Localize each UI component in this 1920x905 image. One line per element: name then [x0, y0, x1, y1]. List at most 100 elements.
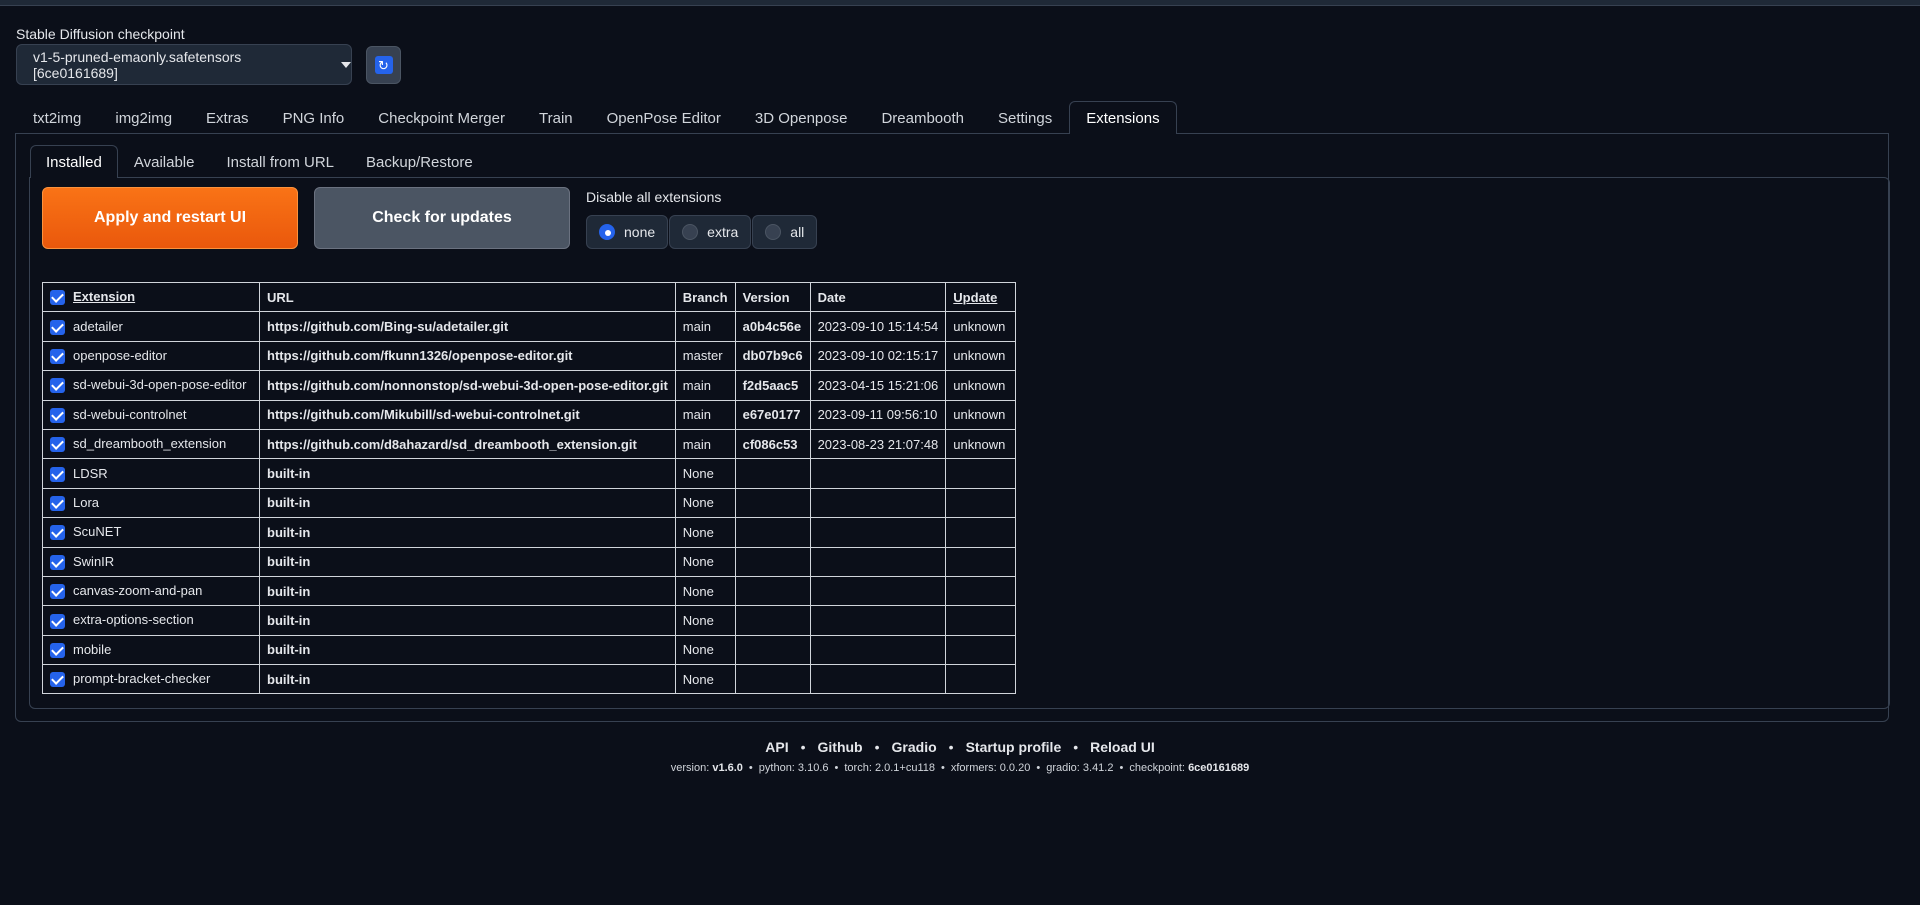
branch-cell: None — [674, 634, 736, 666]
tab-train[interactable]: Train — [522, 101, 590, 134]
url-cell: built-in — [259, 634, 676, 666]
tab-txt2img[interactable]: txt2img — [16, 101, 98, 134]
update-cell: unknown — [945, 399, 1017, 430]
footer-separator: • — [1119, 762, 1124, 774]
update-cell: unknown — [945, 428, 1017, 460]
extension-cell: extra-options-section — [42, 605, 260, 636]
subtab-install-from-url[interactable]: Install from URL — [210, 145, 350, 178]
footer-link-reload-ui[interactable]: Reload UI — [1090, 739, 1155, 755]
table-row: sd-webui-3d-open-pose-editor https://git… — [42, 370, 1017, 401]
table-row: Lora built-in None — [42, 487, 1017, 519]
tab-checkpoint-merger[interactable]: Checkpoint Merger — [361, 101, 522, 134]
version-cell: db07b9c6 — [734, 340, 811, 372]
tab-3d-openpose[interactable]: 3D Openpose — [738, 101, 865, 134]
checkbox-checked-icon[interactable] — [50, 466, 65, 482]
subtab-backup-restore[interactable]: Backup/Restore — [350, 145, 489, 178]
update-cell — [945, 575, 1017, 607]
tab-img2img[interactable]: img2img — [98, 101, 189, 134]
header-extension[interactable]: Extension — [42, 281, 260, 313]
radio-all[interactable]: all — [752, 215, 818, 249]
checkpoint-dropdown[interactable]: v1-5-pruned-emaonly.safetensors [6ce0161… — [16, 44, 352, 85]
extension-cell: prompt-bracket-checker — [42, 664, 260, 695]
extension-cell: sd-webui-3d-open-pose-editor — [42, 370, 260, 401]
radio-unchecked-icon — [682, 224, 699, 240]
extension-cell: ScuNET — [42, 517, 260, 548]
python-version: python: 3.10.6 — [758, 762, 829, 774]
checkbox-checked-icon[interactable] — [50, 349, 65, 364]
update-cell — [945, 458, 1017, 489]
footer-link-startup-profile[interactable]: Startup profile — [966, 739, 1062, 755]
checkbox-checked-icon[interactable] — [50, 554, 65, 570]
checkpoint-info-label: checkpoint: — [1129, 762, 1185, 774]
branch-cell: None — [674, 546, 736, 577]
extension-cell: openpose-editor — [42, 340, 260, 372]
radio-all-label: all — [790, 224, 805, 240]
tab-dreambooth[interactable]: Dreambooth — [864, 101, 981, 134]
date-cell: 2023-09-11 09:56:10 — [809, 399, 947, 430]
url-cell[interactable]: https://github.com/Bing-su/adetailer.git — [259, 311, 676, 342]
url-cell[interactable]: https://github.com/Mikubill/sd-webui-con… — [259, 399, 676, 430]
url-cell: built-in — [259, 605, 676, 636]
branch-cell: main — [674, 370, 736, 401]
extension-cell: Lora — [42, 487, 260, 519]
footer-separator: • — [874, 739, 880, 755]
branch-cell: None — [674, 458, 736, 489]
footer-link-github[interactable]: Github — [818, 739, 863, 755]
date-cell: 2023-09-10 02:15:17 — [809, 340, 947, 372]
tab-png-info[interactable]: PNG Info — [266, 101, 362, 134]
footer-separator: • — [834, 762, 839, 774]
checkbox-checked-icon[interactable] — [50, 613, 65, 629]
version-cell: e67e0177 — [734, 399, 811, 430]
extension-cell: adetailer — [42, 311, 260, 342]
refresh-icon: ↻ — [374, 56, 393, 74]
checkbox-checked-icon[interactable] — [50, 437, 65, 453]
torch-version: torch: 2.0.1+cu118 — [844, 762, 935, 774]
extension-cell: SwinIR — [42, 546, 260, 577]
check-for-updates-button[interactable]: Check for updates — [314, 187, 570, 249]
url-cell: built-in — [259, 546, 676, 577]
checkbox-checked-icon[interactable] — [50, 407, 65, 423]
url-cell[interactable]: https://github.com/nonnonstop/sd-webui-3… — [259, 370, 676, 401]
branch-cell: None — [674, 605, 736, 636]
update-cell — [945, 605, 1017, 636]
radio-extra[interactable]: extra — [669, 215, 752, 249]
version-cell: f2d5aac5 — [734, 370, 811, 401]
table-row: SwinIR built-in None — [42, 546, 1017, 577]
subtab-available[interactable]: Available — [118, 145, 211, 178]
tab-settings[interactable]: Settings — [981, 101, 1069, 134]
footer-version-info: version: v1.6.0 • python: 3.10.6 • torch: 2.… — [0, 762, 1920, 774]
footer-link-gradio[interactable]: Gradio — [892, 739, 937, 755]
checkbox-checked-icon[interactable] — [50, 642, 65, 658]
footer-separator: • — [941, 762, 945, 774]
version-cell — [734, 487, 811, 519]
checkbox-checked-icon[interactable] — [50, 319, 65, 335]
url-cell: built-in — [259, 664, 676, 695]
checkbox-checked-icon[interactable] — [50, 378, 65, 394]
table-row: ScuNET built-in None — [42, 517, 1017, 548]
refresh-checkpoint-button[interactable]: ↻ — [366, 46, 401, 84]
date-cell — [809, 605, 947, 636]
checkbox-checked-icon[interactable] — [50, 672, 65, 688]
apply-and-restart-button[interactable]: Apply and restart UI — [42, 187, 298, 249]
tab-openpose-editor[interactable]: OpenPose Editor — [590, 101, 738, 134]
tab-extras[interactable]: Extras — [189, 101, 266, 134]
checkbox-checked-icon[interactable] — [50, 525, 65, 541]
checkbox-checked-icon[interactable] — [50, 495, 65, 511]
update-cell: unknown — [945, 370, 1017, 401]
version-cell — [734, 664, 811, 695]
table-row: sd_dreambooth_extension https://github.c… — [42, 428, 1017, 460]
url-cell: built-in — [259, 487, 676, 519]
url-cell[interactable]: https://github.com/fkunn1326/openpose-ed… — [259, 340, 676, 372]
footer-link-api[interactable]: API — [765, 739, 788, 755]
extension-cell: mobile — [42, 634, 260, 666]
url-cell[interactable]: https://github.com/d8ahazard/sd_dreamboo… — [259, 428, 676, 460]
table-header-row: Extension URL Branch Version Date Update — [42, 281, 1017, 313]
radio-none[interactable]: none — [586, 215, 669, 249]
tab-extensions[interactable]: Extensions — [1069, 101, 1177, 134]
branch-cell: main — [674, 428, 736, 460]
subtab-installed[interactable]: Installed — [30, 145, 118, 178]
version-cell — [734, 546, 811, 577]
checkbox-checked-icon[interactable] — [50, 290, 65, 306]
header-update[interactable]: Update — [945, 281, 1017, 313]
checkbox-checked-icon[interactable] — [50, 584, 65, 600]
